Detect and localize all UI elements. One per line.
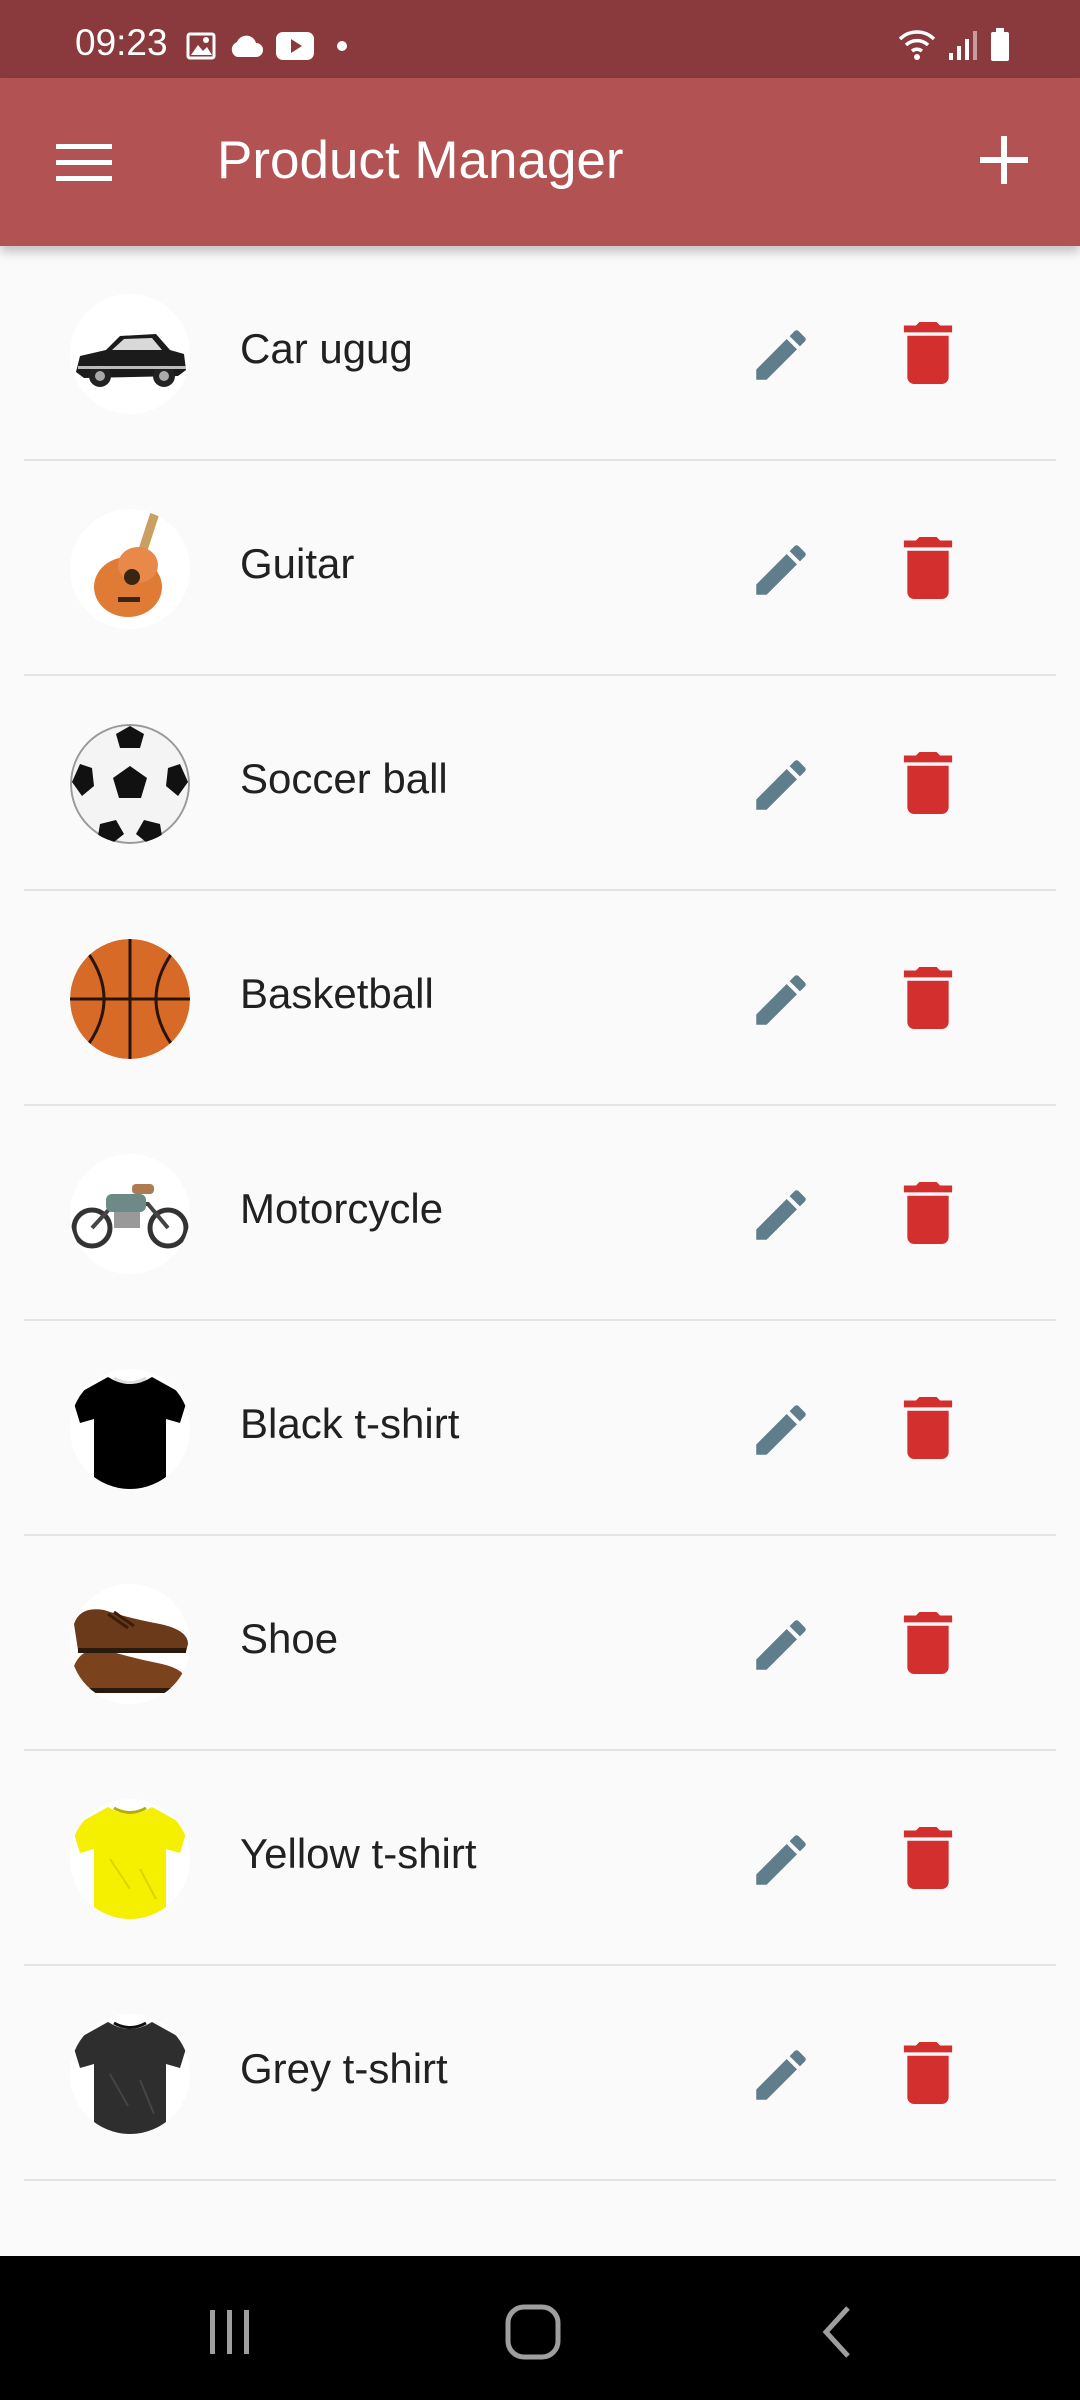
list-item[interactable]: Black t-shirt (24, 1321, 1056, 1536)
grey-tshirt-icon (70, 2014, 190, 2134)
product-name: Grey t-shirt (240, 2045, 448, 2092)
pencil-icon (756, 545, 806, 595)
product-name: Motorcycle (240, 1185, 444, 1232)
shoe-icon (70, 1584, 190, 1704)
image-icon (186, 31, 216, 66)
page-title: Product Manager (217, 131, 624, 190)
product-name: Basketball (240, 970, 434, 1017)
edit-button[interactable] (748, 1397, 814, 1463)
trash-icon (903, 967, 953, 1029)
edit-button[interactable] (748, 967, 814, 1033)
delete-button[interactable] (902, 1612, 954, 1674)
list-item[interactable]: Shoe (24, 1536, 1056, 1751)
edit-button[interactable] (748, 2042, 814, 2108)
edit-button[interactable] (748, 752, 814, 818)
signal-icon (948, 29, 978, 66)
delete-button[interactable] (902, 1182, 954, 1244)
trash-icon (903, 1397, 953, 1459)
list-item[interactable]: Yellow t-shirt (24, 1751, 1056, 1966)
edit-button[interactable] (748, 1182, 814, 1248)
system-nav-bar (0, 2256, 1080, 2400)
edit-button[interactable] (748, 1827, 814, 1893)
product-name: Yellow t-shirt (240, 1830, 477, 1877)
status-notification-icons (186, 30, 348, 66)
home-icon (505, 2304, 561, 2360)
home-button[interactable] (503, 2302, 563, 2362)
car-icon (70, 294, 190, 414)
pencil-icon (756, 975, 806, 1025)
product-list: Car ugug Guitar Soccer ball Basketball M… (0, 246, 1080, 2256)
yellow-tshirt-icon (70, 1799, 190, 1919)
add-product-button[interactable] (978, 134, 1030, 186)
hamburger-menu-icon (56, 144, 112, 181)
delete-button[interactable] (902, 322, 954, 384)
trash-icon (903, 1612, 953, 1674)
status-bar: 09:23 (0, 0, 1080, 78)
product-name: Car ugug (240, 325, 413, 372)
status-system-icons (898, 26, 1010, 68)
dot-icon (336, 39, 348, 57)
trash-icon (903, 2042, 953, 2104)
trash-icon (903, 1182, 953, 1244)
product-name: Guitar (240, 540, 355, 587)
pencil-icon (756, 2050, 806, 2100)
edit-button[interactable] (748, 1612, 814, 1678)
app-bar: Product Manager (0, 78, 1080, 246)
product-name: Soccer ball (240, 755, 448, 802)
hamburger-menu-button[interactable] (56, 142, 112, 182)
soccer-ball-icon (70, 724, 190, 844)
pencil-icon (756, 1835, 806, 1885)
trash-icon (903, 1827, 953, 1889)
pencil-icon (756, 1190, 806, 1240)
back-icon (822, 2306, 850, 2358)
youtube-icon (276, 31, 314, 65)
back-button[interactable] (808, 2302, 868, 2362)
wifi-icon (898, 28, 936, 67)
trash-icon (903, 537, 953, 599)
plus-icon (980, 136, 1028, 184)
pencil-icon (756, 760, 806, 810)
trash-icon (903, 322, 953, 384)
delete-button[interactable] (902, 537, 954, 599)
list-item[interactable]: Guitar (24, 461, 1056, 676)
delete-button[interactable] (902, 1397, 954, 1459)
product-name: Black t-shirt (240, 1400, 460, 1447)
pencil-icon (756, 1405, 806, 1455)
recent-apps-icon (210, 2310, 249, 2354)
trash-icon (903, 752, 953, 814)
list-item[interactable]: Motorcycle (24, 1106, 1056, 1321)
delete-button[interactable] (902, 2042, 954, 2104)
recent-apps-button[interactable] (200, 2302, 260, 2362)
motorcycle-icon (70, 1154, 190, 1274)
list-item[interactable]: Basketball (24, 891, 1056, 1106)
list-item[interactable]: Car ugug (24, 246, 1056, 461)
black-tshirt-icon (70, 1369, 190, 1489)
delete-button[interactable] (902, 1827, 954, 1889)
list-item[interactable]: Grey t-shirt (24, 1966, 1056, 2181)
edit-button[interactable] (748, 537, 814, 603)
status-time: 09:23 (75, 22, 168, 63)
product-name: Shoe (240, 1615, 339, 1662)
pencil-icon (756, 1620, 806, 1670)
battery-icon (990, 27, 1010, 67)
pencil-icon (756, 330, 806, 380)
delete-button[interactable] (902, 752, 954, 814)
guitar-icon (70, 509, 190, 629)
cloud-icon (228, 33, 264, 64)
delete-button[interactable] (902, 967, 954, 1029)
basketball-icon (70, 939, 190, 1059)
list-item[interactable]: Soccer ball (24, 676, 1056, 891)
edit-button[interactable] (748, 322, 814, 388)
